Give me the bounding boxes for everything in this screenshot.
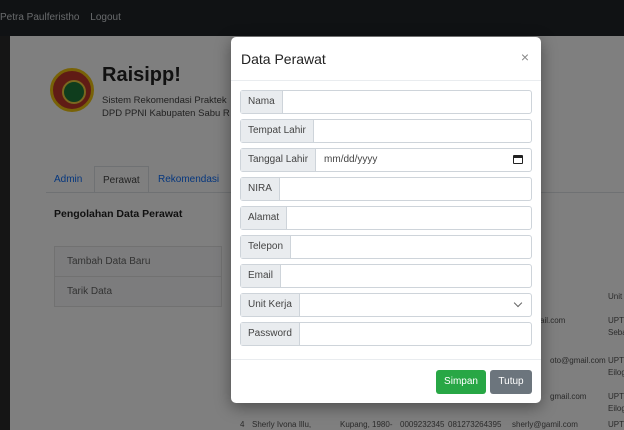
alamat-input[interactable] <box>287 207 531 229</box>
modal-footer-divider <box>231 359 541 360</box>
tanggal-lahir-input[interactable]: mm/dd/yyyy <box>316 149 531 171</box>
calendar-icon[interactable] <box>513 155 523 164</box>
tempat-lahir-label: Tempat Lahir <box>241 120 314 142</box>
telepon-label: Telepon <box>241 236 292 258</box>
date-placeholder: mm/dd/yyyy <box>324 154 378 165</box>
save-button[interactable]: Simpan <box>436 370 486 394</box>
email-label: Email <box>241 265 282 287</box>
password-label: Password <box>241 323 300 345</box>
nama-field[interactable]: Nama <box>240 90 532 114</box>
nira-input[interactable] <box>280 178 531 200</box>
nama-label: Nama <box>241 91 283 113</box>
unit-kerja-field[interactable]: Unit Kerja <box>240 293 532 317</box>
chevron-down-icon <box>513 298 523 308</box>
alamat-field[interactable]: Alamat <box>240 206 532 230</box>
modal-title: Data Perawat <box>241 51 326 67</box>
password-input[interactable] <box>300 323 531 345</box>
telepon-input[interactable] <box>291 236 531 258</box>
unit-kerja-select[interactable] <box>300 294 531 316</box>
tempat-lahir-field[interactable]: Tempat Lahir <box>240 119 532 143</box>
unit-kerja-label: Unit Kerja <box>241 294 300 316</box>
email-field[interactable]: Email <box>240 264 532 288</box>
alamat-label: Alamat <box>241 207 288 229</box>
nama-input[interactable] <box>283 91 531 113</box>
close-button[interactable]: Tutup <box>490 370 532 394</box>
tanggal-lahir-label: Tanggal Lahir <box>241 149 317 171</box>
password-field[interactable]: Password <box>240 322 532 346</box>
nira-label: NIRA <box>241 178 280 200</box>
data-perawat-modal: Data Perawat × Nama Tempat Lahir Tanggal… <box>231 37 541 403</box>
modal-header: Data Perawat × <box>231 37 541 81</box>
tempat-lahir-input[interactable] <box>314 120 531 142</box>
tanggal-lahir-field[interactable]: Tanggal Lahir mm/dd/yyyy <box>240 148 532 172</box>
email-input[interactable] <box>281 265 531 287</box>
nira-field[interactable]: NIRA <box>240 177 532 201</box>
telepon-field[interactable]: Telepon <box>240 235 532 259</box>
close-icon[interactable]: × <box>521 49 529 65</box>
